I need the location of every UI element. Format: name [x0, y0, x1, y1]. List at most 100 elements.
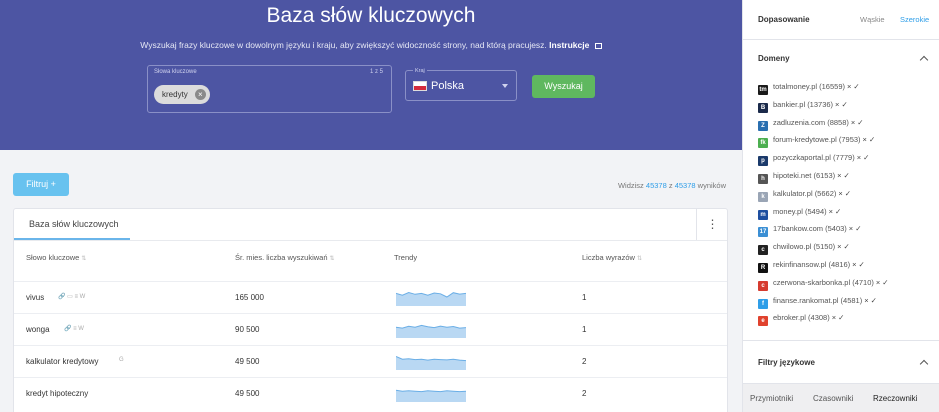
domain-item[interactable]: Zzadluzenia.com (8858) × ✓	[758, 118, 864, 132]
chevron-up-icon[interactable]	[919, 55, 929, 65]
domain-item[interactable]: fk forum-kredytowe.pl (7953) × ✓	[758, 135, 875, 149]
match-label: Dopasowanie	[758, 15, 810, 24]
exclude-domain-icon[interactable]: ×	[857, 153, 861, 162]
table-row[interactable]: kalkulator kredytowy G 49 500 2	[14, 345, 727, 377]
exclude-domain-icon[interactable]: ×	[838, 189, 842, 198]
instructions-link[interactable]: Instrukcje	[549, 40, 589, 50]
domain-item[interactable]: m money.pl (5494) × ✓	[758, 207, 841, 221]
domain-favicon-icon: p	[758, 156, 768, 167]
domain-favicon-icon: Z	[758, 120, 768, 131]
country-value: Polska	[431, 80, 465, 92]
domain-favicon-icon: R	[758, 263, 768, 273]
exclude-domain-icon[interactable]: ×	[837, 242, 841, 251]
include-domain-icon[interactable]: ✓	[882, 278, 888, 287]
country-select[interactable]: Kraj Polska	[405, 68, 517, 101]
include-domain-icon[interactable]: ✓	[853, 82, 859, 91]
exclude-domain-icon[interactable]: ×	[863, 135, 867, 144]
exclude-domain-icon[interactable]: ×	[835, 100, 839, 109]
domain-name: ebroker.pl (4308)	[773, 313, 830, 323]
include-domain-icon[interactable]: ✓	[863, 153, 869, 162]
sort-icon: ⇅	[329, 256, 335, 262]
domain-item[interactable]: c chwilowo.pl (5150) × ✓	[758, 242, 850, 256]
search-button[interactable]: Wyszukaj	[532, 75, 595, 98]
exclude-domain-icon[interactable]: ×	[864, 296, 868, 305]
searches-cell: 165 000	[235, 293, 264, 302]
hero-subtitle: Wyszukaj frazy kluczowe w dowolnym język…	[0, 40, 742, 50]
book-icon	[594, 43, 602, 49]
word-count-cell: 2	[582, 357, 587, 366]
include-domain-icon[interactable]: ✓	[841, 100, 847, 109]
exclude-domain-icon[interactable]: ×	[847, 82, 851, 91]
tab-keyword-base[interactable]: Baza słów kluczowych	[14, 209, 130, 240]
match-wide-option[interactable]: Szerokie	[900, 15, 929, 24]
keyword-input-label: Słowa kluczowe	[154, 69, 197, 75]
keyword-cell[interactable]: kalkulator kredytowy	[26, 357, 98, 366]
domain-name: pozyczkaportal.pl (7779)	[773, 153, 855, 163]
domain-item[interactable]: p pozyczkaportal.pl (7779) × ✓	[758, 153, 869, 167]
exclude-domain-icon[interactable]: ×	[832, 313, 836, 322]
sort-icon: ⇅	[636, 256, 642, 262]
domain-favicon-icon: m	[758, 209, 768, 220]
exclude-domain-icon[interactable]: ×	[849, 224, 853, 233]
include-domain-icon[interactable]: ✓	[855, 224, 861, 233]
exclude-domain-icon[interactable]: ×	[851, 118, 855, 127]
domain-item[interactable]: e ebroker.pl (4308) × ✓	[758, 313, 844, 327]
column-header-keyword[interactable]: Słowo kluczowe ⇅	[26, 253, 86, 262]
domain-name: forum-kredytowe.pl (7953)	[773, 135, 861, 145]
column-header-searches[interactable]: Śr. mies. liczba wyszukiwań ⇅	[235, 253, 335, 262]
keyword-cell[interactable]: kredyt hipoteczny	[26, 389, 88, 398]
domain-item[interactable]: k kalkulator.pl (5662) × ✓	[758, 189, 851, 203]
exclude-domain-icon[interactable]: ×	[852, 260, 856, 269]
keyword-cell[interactable]: vivus	[26, 293, 44, 302]
domain-item[interactable]: f finanse.rankomat.pl (4581) × ✓	[758, 296, 877, 310]
table-row[interactable]: kredyt hipoteczny 49 500 2	[14, 377, 727, 409]
hero-banner: Baza słów kluczowych Wyszukaj frazy kluc…	[0, 0, 742, 150]
word-count-cell: 1	[582, 293, 587, 302]
country-select-label: Kraj	[413, 68, 427, 74]
include-domain-icon[interactable]: ✓	[871, 296, 877, 305]
results-prefix: Widzisz	[617, 181, 644, 190]
domain-favicon-icon: 17	[758, 227, 768, 238]
include-domain-icon[interactable]: ✓	[844, 171, 850, 180]
include-domain-icon[interactable]: ✓	[838, 313, 844, 322]
tab-nouns[interactable]: Rzeczowniki	[873, 394, 917, 403]
include-domain-icon[interactable]: ✓	[835, 207, 841, 216]
column-header-label: Słowo kluczowe	[26, 253, 80, 262]
tab-verbs[interactable]: Czasowniki	[813, 394, 853, 403]
keyword-input[interactable]: Słowa kluczowe 1 z 5 kredyty ×	[147, 65, 392, 113]
domain-item[interactable]: Rrekinfinansow.pl (4816) × ✓	[758, 260, 865, 274]
language-filters-title[interactable]: Filtry językowe	[758, 358, 815, 367]
domain-name: kalkulator.pl (5662)	[773, 188, 837, 198]
column-header-label: Śr. mies. liczba wyszukiwań	[235, 253, 328, 262]
chevron-up-icon[interactable]	[919, 359, 929, 369]
keyword-cell[interactable]: wonga	[26, 325, 50, 334]
word-count-cell: 1	[582, 325, 587, 334]
more-options-icon[interactable]: ⋮	[696, 209, 727, 240]
tab-adjectives[interactable]: Przymiotniki	[750, 394, 793, 403]
table-row[interactable]: vivus 🔗 ▭ ≡ W 165 000 1	[14, 281, 727, 313]
keyword-table-card: Baza słów kluczowych ⋮ Słowo kluczowe ⇅ Ś…	[13, 208, 728, 412]
match-narrow-option[interactable]: Wąskie	[860, 15, 885, 24]
domain-item[interactable]: h hipoteki.net (6153) × ✓	[758, 171, 850, 185]
filter-button[interactable]: Filtruj +	[13, 173, 69, 196]
domain-item[interactable]: Bbankier.pl (13736) × ✓	[758, 100, 848, 114]
domain-name: 17bankow.com (5403)	[773, 224, 847, 234]
include-domain-icon[interactable]: ✓	[869, 135, 875, 144]
trend-sparkline	[396, 291, 466, 306]
exclude-domain-icon[interactable]: ×	[829, 207, 833, 216]
table-row[interactable]: wonga 🔗 ≡ W 90 500 1	[14, 313, 727, 345]
domain-item[interactable]: c czerwona-skarbonka.pl (4710) × ✓	[758, 278, 889, 292]
domain-item[interactable]: tm totalmoney.pl (16559) × ✓	[758, 82, 860, 96]
results-total: 45378	[674, 181, 696, 190]
exclude-domain-icon[interactable]: ×	[876, 278, 880, 287]
include-domain-icon[interactable]: ✓	[845, 189, 851, 198]
include-domain-icon[interactable]: ✓	[859, 260, 865, 269]
include-domain-icon[interactable]: ✓	[844, 242, 850, 251]
remove-chip-icon[interactable]: ×	[194, 89, 206, 100]
domains-section-title[interactable]: Domeny	[758, 54, 790, 63]
exclude-domain-icon[interactable]: ×	[837, 171, 841, 180]
domain-favicon-icon: e	[758, 316, 768, 327]
column-header-word-count[interactable]: Liczba wyrazów ⇅	[582, 253, 642, 262]
domain-item[interactable]: 17 17bankow.com (5403) × ✓	[758, 224, 861, 238]
include-domain-icon[interactable]: ✓	[857, 118, 863, 127]
